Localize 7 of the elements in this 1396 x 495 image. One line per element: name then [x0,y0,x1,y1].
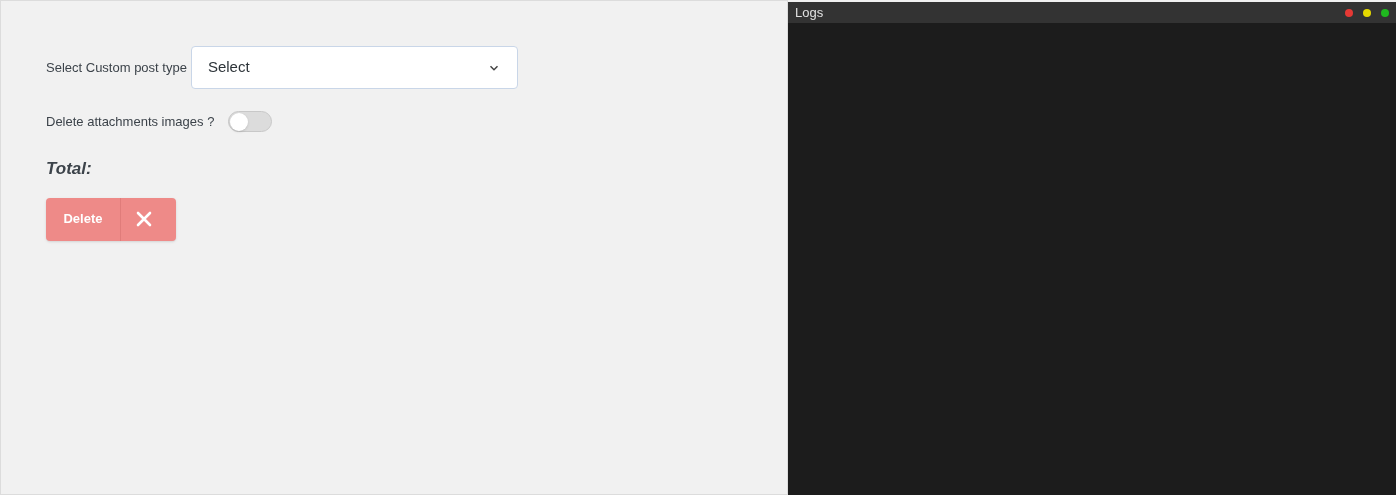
toggle-switch[interactable] [228,111,273,132]
delete-attachments-label: Delete attachments images ? [46,112,215,131]
post-type-label: Select Custom post type [46,58,187,77]
total-label: Total: [46,158,93,180]
close-icon [136,211,152,227]
logs-title: Logs [795,3,824,22]
post-type-select[interactable]: Select [190,46,518,89]
